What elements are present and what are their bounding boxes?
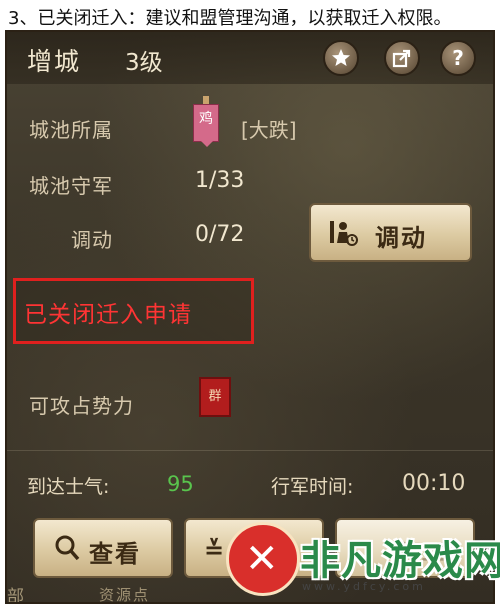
watermark-url: www.ydfcy.com [302, 580, 426, 593]
search-icon [55, 535, 80, 561]
march-time-label: 行军时间: [271, 476, 354, 498]
city-info-panel: 增城 3级 ? 城池所属 鸡 [大跌] 城池守军 1/33 调动 0/72 调动… [5, 30, 495, 604]
garrison-value: 1/33 [195, 168, 245, 193]
deploy-button[interactable]: 调动 [309, 203, 472, 262]
share-button[interactable] [384, 40, 420, 76]
deploy-count-label: 调动 [71, 228, 113, 252]
divider [7, 450, 493, 451]
migration-closed-notice: 已关闭迁入申请 [24, 302, 192, 328]
owner-faction-flag: 鸡 [193, 104, 219, 147]
city-name: 增城 [27, 47, 82, 76]
favorite-button[interactable] [323, 40, 359, 76]
deploy-button-label: 调动 [375, 224, 427, 252]
owner-label: 城池所属 [29, 118, 113, 142]
watermark-logo: ✕ [226, 522, 300, 596]
panel-header: 增城 3级 ? [7, 32, 493, 84]
closed-migration-highlight: 已关闭迁入申请 [13, 278, 254, 344]
attackable-faction-flag: 群 [199, 377, 231, 417]
share-icon [392, 49, 411, 68]
help-icon: ? [452, 46, 464, 70]
city-level: 3级 [125, 50, 163, 76]
owner-alliance: [大跌] [241, 118, 297, 142]
attackable-faction-label: 可攻占势力 [29, 394, 134, 418]
watermark-text: 非凡游戏网 [300, 538, 500, 584]
chevron-down-icon: ≚ [204, 536, 225, 564]
map-resource-label: 资源点 [99, 586, 151, 604]
view-button-label: 查看 [89, 540, 141, 568]
march-time-value: 00:10 [402, 471, 466, 496]
watermark-x-icon: ✕ [245, 536, 279, 582]
deploy-count-value: 0/72 [195, 222, 245, 247]
arrival-morale-label: 到达士气: [27, 476, 110, 498]
star-icon [332, 49, 350, 66]
garrison-label: 城池守军 [29, 174, 113, 198]
arrival-morale-value: 95 [167, 472, 194, 496]
flag-pole [203, 96, 209, 104]
deploy-icon [330, 221, 358, 246]
view-button[interactable]: 查看 [33, 518, 173, 578]
map-tile-label: 部 [7, 587, 26, 604]
help-button[interactable]: ? [440, 40, 476, 76]
